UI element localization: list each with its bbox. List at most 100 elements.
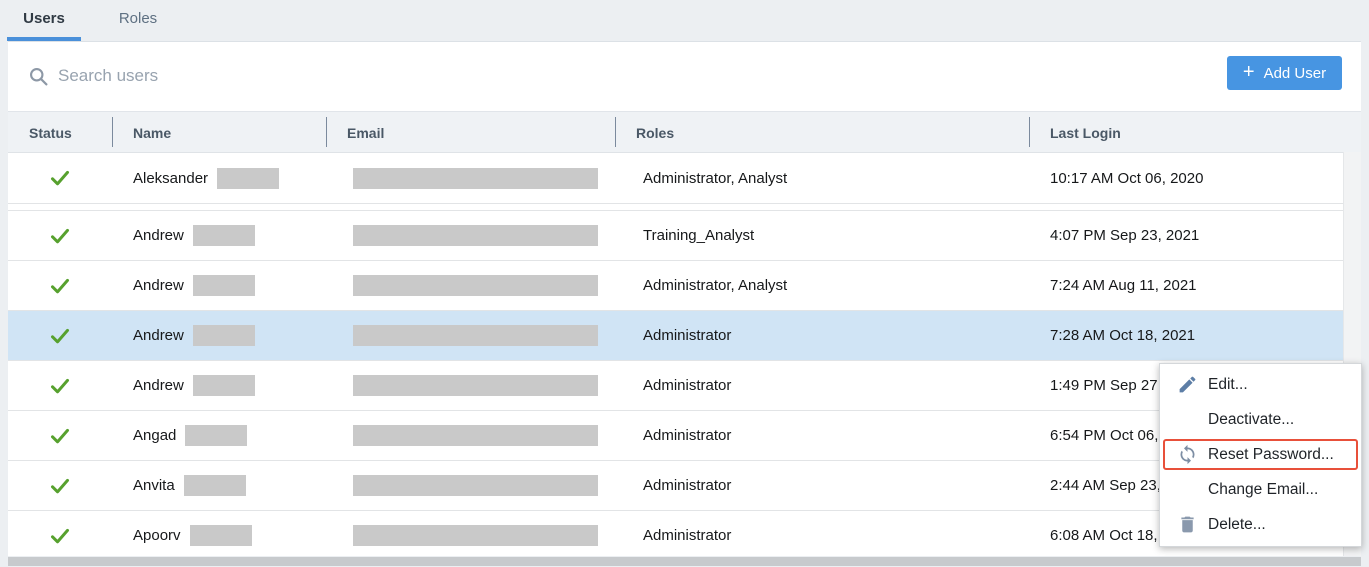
email-cell — [326, 461, 615, 510]
email-cell — [326, 261, 615, 310]
status-cell — [8, 261, 112, 310]
roles-cell: Administrator, Analyst — [615, 261, 1029, 310]
redacted-email — [353, 525, 598, 546]
menu-item-label: Deactivate... — [1208, 411, 1294, 429]
active-check-icon — [50, 428, 70, 444]
first-name: Andrew — [133, 227, 184, 244]
email-cell — [326, 411, 615, 460]
redacted-email — [353, 168, 598, 189]
roles-cell: Training_Analyst — [615, 211, 1029, 260]
menu-item-label: Delete... — [1208, 516, 1266, 534]
last-login-cell: 10:17 AM Oct 06, 2020 — [1029, 153, 1343, 203]
roles-cell: Administrator — [615, 311, 1029, 360]
roles-cell: Administrator — [615, 361, 1029, 410]
status-cell — [8, 411, 112, 460]
first-name: Angad — [133, 427, 176, 444]
name-cell: Andrew — [112, 311, 326, 360]
first-name: Anvita — [133, 477, 175, 494]
horizontal-scrollbar[interactable] — [8, 557, 1361, 566]
name-cell: Apoorv — [112, 511, 326, 556]
menu-item[interactable]: Edit... — [1160, 367, 1361, 402]
first-name: Andrew — [133, 327, 184, 344]
status-cell — [8, 461, 112, 510]
status-cell — [8, 511, 112, 556]
last-login-cell: 7:28 AM Oct 18, 2021 — [1029, 311, 1343, 360]
menu-item[interactable]: Delete... — [1160, 507, 1361, 542]
search-toolbar: + Add User — [8, 42, 1361, 111]
email-cell — [326, 511, 615, 556]
email-cell — [326, 153, 615, 203]
active-check-icon — [50, 228, 70, 244]
status-cell — [8, 153, 112, 203]
table-row[interactable]: Andrew Administrator, Analyst 7:24 AM Au… — [8, 261, 1343, 311]
table-row[interactable]: Andrew Administrator 1:49 PM Sep 27, 202… — [8, 361, 1343, 411]
menu-item-label: Reset Password... — [1208, 446, 1334, 464]
first-name: Andrew — [133, 377, 184, 394]
table-row[interactable]: Andrew Administrator 7:28 AM Oct 18, 202… — [8, 311, 1343, 361]
redacted-last-name — [190, 525, 252, 546]
active-check-icon — [50, 170, 70, 186]
status-cell — [8, 211, 112, 260]
roles-cell: Administrator — [615, 411, 1029, 460]
email-cell — [326, 211, 615, 260]
menu-item[interactable]: Deactivate... — [1160, 402, 1361, 437]
name-cell: Anvita — [112, 461, 326, 510]
redacted-last-name — [193, 275, 255, 296]
redacted-last-name — [193, 325, 255, 346]
active-check-icon — [50, 328, 70, 344]
row-context-menu: Edit... Deactivate... Reset Password... … — [1159, 363, 1362, 547]
table-header: Status Name Email Roles Last Login — [8, 111, 1361, 153]
table-row[interactable]: Angad Administrator 6:54 PM Oct 06, 2021 — [8, 411, 1343, 461]
active-check-icon — [50, 478, 70, 494]
email-cell — [326, 361, 615, 410]
name-cell: Andrew — [112, 261, 326, 310]
menu-item-label: Change Email... — [1208, 481, 1318, 499]
plus-icon: + — [1243, 62, 1255, 82]
column-header-name: Name — [112, 112, 326, 154]
active-check-icon — [50, 378, 70, 394]
status-cell — [8, 311, 112, 360]
table-row[interactable]: Anvita Administrator 2:44 AM Sep 23, 202… — [8, 461, 1343, 511]
search-icon — [28, 66, 49, 87]
email-cell — [326, 311, 615, 360]
column-header-email: Email — [326, 112, 615, 154]
redacted-last-name — [217, 168, 279, 189]
status-cell — [8, 361, 112, 410]
roles-cell: Administrator, Analyst — [615, 153, 1029, 203]
pencil-icon — [1177, 374, 1198, 395]
redacted-email — [353, 425, 598, 446]
refresh-icon — [1177, 444, 1198, 465]
redacted-email — [353, 225, 598, 246]
add-user-button[interactable]: + Add User — [1227, 56, 1342, 90]
name-cell: Aleksander — [112, 153, 326, 203]
redacted-email — [353, 325, 598, 346]
table-row[interactable]: Andrew Training_Analyst 4:07 PM Sep 23, … — [8, 211, 1343, 261]
redacted-email — [353, 375, 598, 396]
user-management-screen: Users Roles + Add User Status Name Email… — [0, 0, 1369, 567]
active-check-icon — [50, 278, 70, 294]
menu-item[interactable]: Change Email... — [1160, 472, 1361, 507]
column-header-last-login: Last Login — [1029, 112, 1361, 154]
row-gap-spacer — [8, 204, 1343, 211]
first-name: Andrew — [133, 277, 184, 294]
roles-cell: Administrator — [615, 511, 1029, 556]
redacted-email — [353, 275, 598, 296]
trash-icon — [1177, 514, 1198, 535]
active-check-icon — [50, 528, 70, 544]
table-row[interactable]: Aleksander Administrator, Analyst 10:17 … — [8, 153, 1343, 204]
name-cell: Angad — [112, 411, 326, 460]
add-user-label: Add User — [1264, 65, 1327, 82]
last-login-cell: 4:07 PM Sep 23, 2021 — [1029, 211, 1343, 260]
first-name: Aleksander — [133, 170, 208, 187]
search-input[interactable] — [58, 57, 1058, 95]
redacted-last-name — [185, 425, 247, 446]
tab-roles[interactable]: Roles — [106, 0, 170, 37]
table-body: Aleksander Administrator, Analyst 10:17 … — [8, 153, 1343, 556]
tab-users[interactable]: Users — [7, 0, 81, 37]
table-row[interactable]: Apoorv Administrator 6:08 AM Oct 18, 202… — [8, 511, 1343, 556]
column-header-roles: Roles — [615, 112, 1029, 154]
menu-item[interactable]: Reset Password... — [1160, 437, 1361, 472]
column-header-status: Status — [8, 112, 112, 154]
redacted-email — [353, 475, 598, 496]
tabs-bar: Users Roles — [0, 0, 1369, 41]
